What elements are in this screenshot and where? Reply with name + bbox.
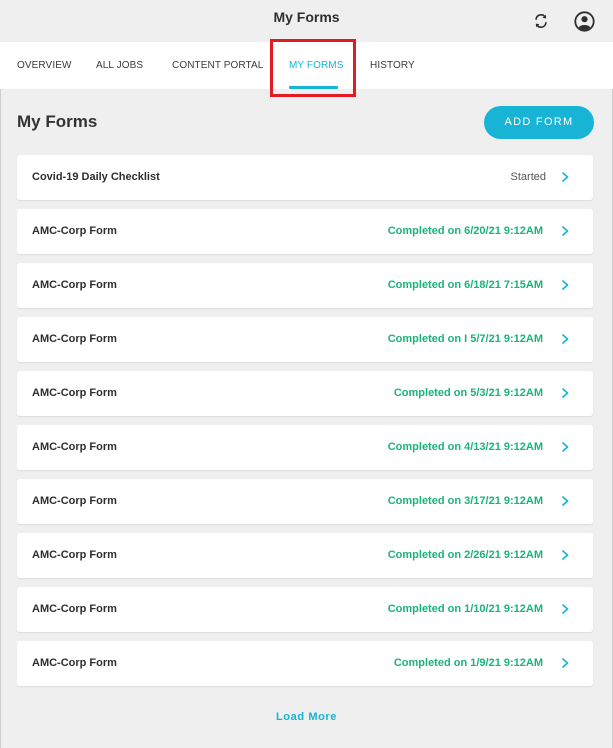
chevron-right-icon (562, 442, 569, 452)
form-item[interactable]: AMC-Corp Form Completed on 5/3/21 9:12AM (17, 371, 593, 416)
form-item[interactable]: AMC-Corp Form Completed on 6/18/21 7:15A… (17, 263, 593, 308)
form-status: Completed on 6/20/21 9:12AM (387, 225, 543, 237)
tab-all-jobs[interactable]: ALL JOBS (96, 42, 143, 89)
tab-bar: OVERVIEW ALL JOBS CONTENT PORTAL MY FORM… (0, 42, 613, 89)
form-status: Completed on 6/18/21 7:15AM (387, 279, 543, 291)
load-more-link[interactable]: Load More (0, 711, 613, 723)
form-item[interactable]: AMC-Corp Form Completed on 1/9/21 9:12AM (17, 641, 593, 686)
form-name: AMC-Corp Form (32, 225, 117, 237)
chevron-right-icon (562, 658, 569, 668)
form-status: Completed on 1/10/21 9:12AM (387, 603, 543, 615)
form-status: Completed on 1/9/21 9:12AM (393, 657, 543, 669)
tab-my-forms[interactable]: MY FORMS (289, 42, 344, 89)
form-name: AMC-Corp Form (32, 603, 117, 615)
form-name: AMC-Corp Form (32, 441, 117, 453)
form-status: Completed on 2/26/21 9:12AM (387, 549, 543, 561)
form-item[interactable]: AMC-Corp Form Completed on 3/17/21 9:12A… (17, 479, 593, 524)
form-status: Started (510, 171, 546, 183)
page-title: My Forms (273, 9, 340, 25)
form-list: Covid-19 Daily Checklist Started AMC-Cor… (17, 155, 593, 695)
app-header: My Forms (0, 0, 613, 42)
tab-overview[interactable]: OVERVIEW (17, 42, 72, 89)
form-item[interactable]: AMC-Corp Form Completed on 4/13/21 9:12A… (17, 425, 593, 470)
my-forms-page: My Forms OVERVIEW ALL JOBS CONTENT PORTA… (0, 0, 613, 748)
chevron-right-icon (562, 550, 569, 560)
chevron-right-icon (562, 604, 569, 614)
form-item[interactable]: Covid-19 Daily Checklist Started (17, 155, 593, 200)
chevron-right-icon (562, 388, 569, 398)
active-tab-indicator (289, 86, 338, 89)
tab-content-portal[interactable]: CONTENT PORTAL (172, 42, 263, 89)
chevron-right-icon (562, 226, 569, 236)
chevron-right-icon (562, 280, 569, 290)
form-status: Completed on I 5/7/21 9:12AM (387, 333, 543, 345)
form-name: AMC-Corp Form (32, 387, 117, 399)
form-status: Completed on 3/17/21 9:12AM (387, 495, 543, 507)
form-item[interactable]: AMC-Corp Form Completed on 2/26/21 9:12A… (17, 533, 593, 578)
section-title: My Forms (17, 112, 98, 131)
form-item[interactable]: AMC-Corp Form Completed on 6/20/21 9:12A… (17, 209, 593, 254)
form-name: AMC-Corp Form (32, 657, 117, 669)
form-name: Covid-19 Daily Checklist (32, 171, 160, 183)
sync-icon[interactable] (530, 10, 552, 32)
form-name: AMC-Corp Form (32, 333, 117, 345)
user-circle-icon[interactable] (573, 10, 595, 32)
chevron-right-icon (562, 496, 569, 506)
form-name: AMC-Corp Form (32, 549, 117, 561)
form-name: AMC-Corp Form (32, 279, 117, 291)
form-name: AMC-Corp Form (32, 495, 117, 507)
chevron-right-icon (562, 172, 569, 182)
chevron-right-icon (562, 334, 569, 344)
left-border (0, 0, 1, 748)
form-item[interactable]: AMC-Corp Form Completed on I 5/7/21 9:12… (17, 317, 593, 362)
form-status: Completed on 5/3/21 9:12AM (393, 387, 543, 399)
add-form-button[interactable]: ADD FORM (484, 106, 594, 139)
tab-history[interactable]: HISTORY (370, 42, 415, 89)
form-item[interactable]: AMC-Corp Form Completed on 1/10/21 9:12A… (17, 587, 593, 632)
form-status: Completed on 4/13/21 9:12AM (387, 441, 543, 453)
